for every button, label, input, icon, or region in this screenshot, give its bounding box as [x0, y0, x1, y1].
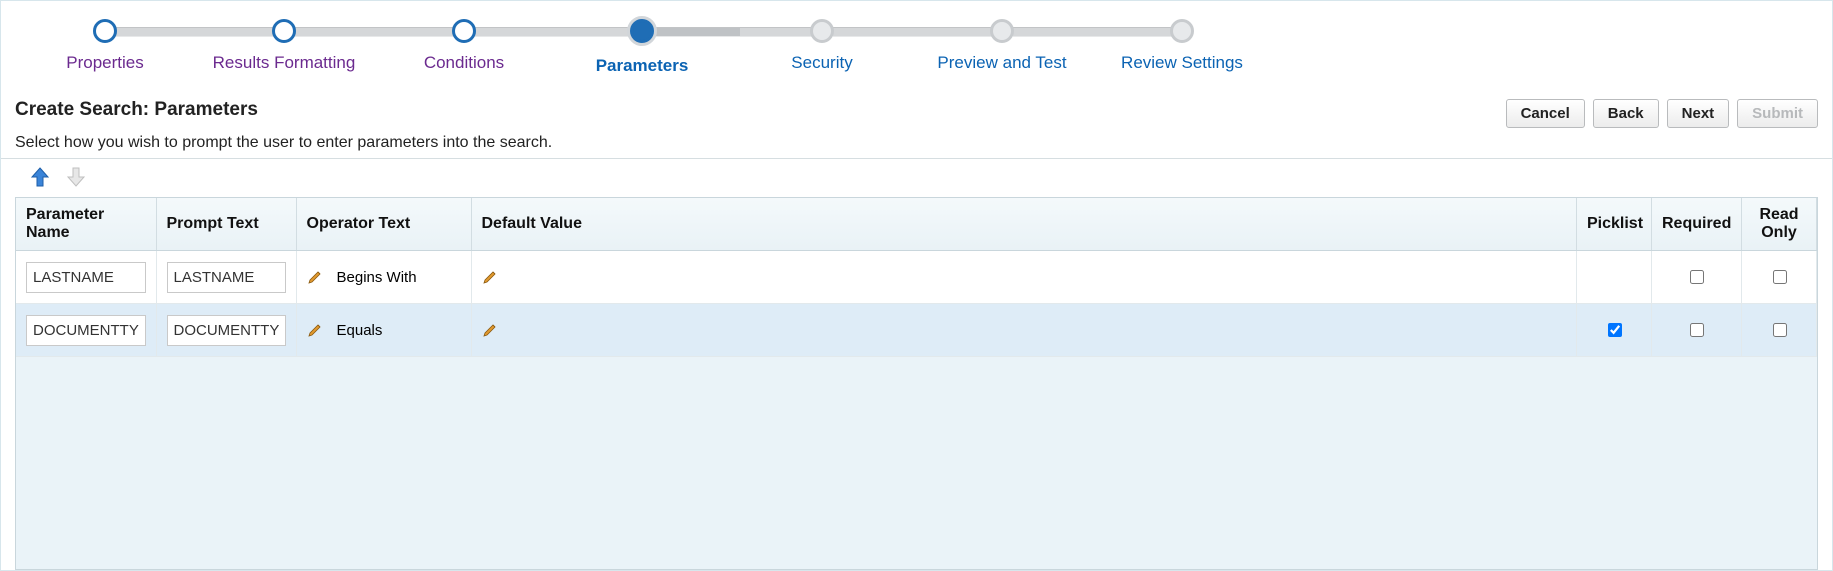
pencil-icon[interactable] [307, 322, 323, 338]
prompt-text-input[interactable] [167, 315, 286, 346]
step-label: Results Formatting [194, 53, 374, 73]
pencil-icon[interactable] [482, 322, 498, 338]
table-row[interactable]: Begins With [16, 251, 1817, 304]
step-label: Security [732, 53, 912, 73]
col-picklist[interactable]: Picklist [1577, 198, 1652, 251]
readonly-checkbox[interactable] [1773, 323, 1787, 337]
move-down-icon[interactable] [67, 167, 85, 187]
parameter-name-input[interactable] [26, 315, 146, 346]
step-bubble [810, 19, 834, 43]
step-bubble [272, 19, 296, 43]
stepper-bar-progress [655, 27, 740, 37]
step-bubble [452, 19, 476, 43]
readonly-checkbox[interactable] [1773, 270, 1787, 284]
action-buttons: Cancel Back Next Submit [1506, 99, 1818, 128]
col-parameter-name[interactable]: Parameter Name [16, 198, 156, 251]
back-button[interactable]: Back [1593, 99, 1659, 128]
step-label: Properties [15, 53, 195, 73]
wizard-stepper: Properties Results Formatting Conditions… [1, 19, 1832, 89]
cancel-button[interactable]: Cancel [1506, 99, 1585, 128]
submit-button: Submit [1737, 99, 1818, 128]
required-checkbox[interactable] [1690, 323, 1704, 337]
page-title: Create Search: Parameters [15, 99, 258, 121]
step-bubble [1170, 19, 1194, 43]
col-operator-text[interactable]: Operator Text [296, 198, 471, 251]
col-default-value[interactable]: Default Value [471, 198, 1577, 251]
next-button[interactable]: Next [1667, 99, 1730, 128]
stepper-bar [293, 27, 463, 37]
step-label: Parameters [552, 56, 732, 76]
required-checkbox[interactable] [1690, 270, 1704, 284]
operator-text-value: Begins With [337, 269, 417, 286]
col-prompt-text[interactable]: Prompt Text [156, 198, 296, 251]
pencil-icon[interactable] [307, 269, 323, 285]
page-subtitle: Select how you wish to prompt the user t… [1, 128, 1832, 159]
step-bubble [93, 19, 117, 43]
step-label: Review Settings [1092, 53, 1272, 73]
stepper-bar [740, 27, 820, 37]
stepper-bar [1013, 27, 1181, 37]
table-header-row: Parameter Name Prompt Text Operator Text… [16, 198, 1817, 251]
stepper-bar [473, 27, 641, 37]
stepper-bar [113, 27, 281, 37]
step-bubble [990, 19, 1014, 43]
prompt-text-input[interactable] [167, 262, 286, 293]
parameters-grid: Parameter Name Prompt Text Operator Text… [15, 197, 1818, 570]
operator-text-value: Equals [337, 322, 383, 339]
col-read-only[interactable]: Read Only [1742, 198, 1817, 251]
step-label: Conditions [374, 53, 554, 73]
picklist-checkbox[interactable] [1608, 323, 1622, 337]
step-label: Preview and Test [912, 53, 1092, 73]
stepper-bar [833, 27, 1001, 37]
move-up-icon[interactable] [31, 167, 49, 187]
col-required[interactable]: Required [1652, 198, 1742, 251]
pencil-icon[interactable] [482, 269, 498, 285]
grid-filler [16, 357, 1817, 570]
parameter-name-input[interactable] [26, 262, 146, 293]
step-bubble [627, 16, 657, 46]
table-row[interactable]: Equals [16, 304, 1817, 357]
